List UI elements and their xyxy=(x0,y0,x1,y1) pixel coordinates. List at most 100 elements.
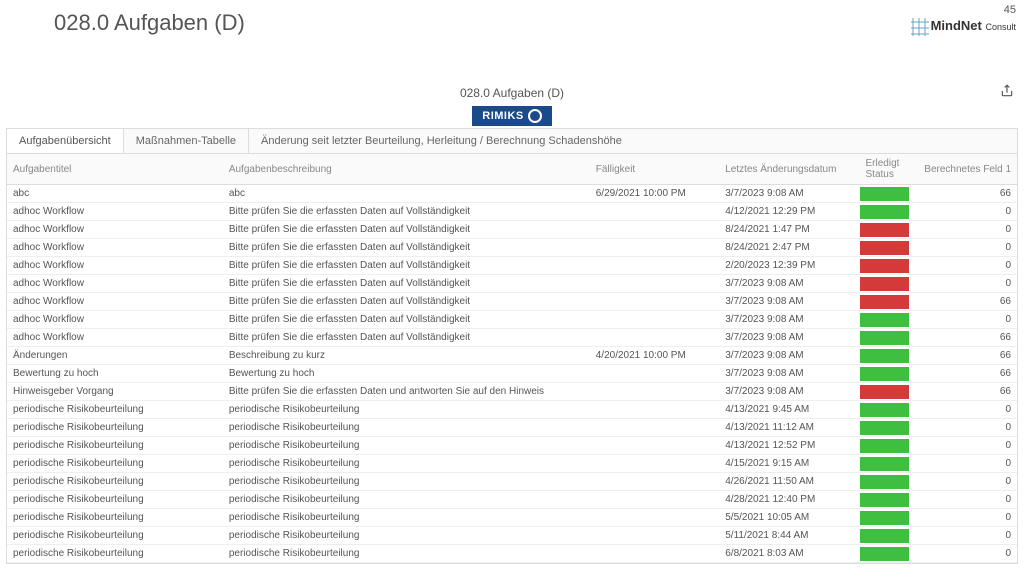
table-row[interactable]: Bewertung zu hochBewertung zu hoch3/7/20… xyxy=(7,365,1017,383)
cell-status xyxy=(860,437,910,455)
table-row[interactable]: adhoc WorkflowBitte prüfen Sie die erfas… xyxy=(7,329,1017,347)
cell-due xyxy=(590,239,720,257)
cell-title: adhoc Workflow xyxy=(7,311,223,329)
cell-due xyxy=(590,329,720,347)
cell-calc: 0 xyxy=(909,221,1017,239)
status-badge xyxy=(860,241,910,255)
cell-desc: Bitte prüfen Sie die erfassten Daten auf… xyxy=(223,221,590,239)
tab-aenderung[interactable]: Änderung seit letzter Beurteilung, Herle… xyxy=(249,129,1017,153)
cell-title: adhoc Workflow xyxy=(7,275,223,293)
table-row[interactable]: abcabc6/29/2021 10:00 PM3/7/2023 9:08 AM… xyxy=(7,185,1017,203)
cell-calc: 0 xyxy=(909,311,1017,329)
status-badge xyxy=(860,457,910,471)
cell-change: 3/7/2023 9:08 AM xyxy=(719,185,859,203)
cell-desc: periodische Risikobeurteilung xyxy=(223,491,590,509)
table-row[interactable]: periodische Risikobeurteilungperiodische… xyxy=(7,419,1017,437)
cell-status xyxy=(860,185,910,203)
table-row[interactable]: adhoc WorkflowBitte prüfen Sie die erfas… xyxy=(7,203,1017,221)
table-row[interactable]: periodische Risikobeurteilungperiodische… xyxy=(7,473,1017,491)
status-badge xyxy=(860,403,910,417)
cell-due xyxy=(590,203,720,221)
cell-calc: 66 xyxy=(909,383,1017,401)
cell-due xyxy=(590,545,720,563)
status-badge xyxy=(860,205,910,219)
table-row[interactable]: adhoc WorkflowBitte prüfen Sie die erfas… xyxy=(7,257,1017,275)
data-table-wrap: Aufgabentitel Aufgabenbeschreibung Fälli… xyxy=(6,153,1018,564)
cell-title: periodische Risikobeurteilung xyxy=(7,527,223,545)
table-row[interactable]: periodische Risikobeurteilungperiodische… xyxy=(7,527,1017,545)
cell-title: periodische Risikobeurteilung xyxy=(7,509,223,527)
cell-due xyxy=(590,293,720,311)
cell-due xyxy=(590,401,720,419)
cell-desc: periodische Risikobeurteilung xyxy=(223,419,590,437)
col-aenderungsdatum[interactable]: Letztes Änderungsdatum xyxy=(719,154,859,185)
cell-change: 4/15/2021 9:15 AM xyxy=(719,455,859,473)
table-row[interactable]: adhoc WorkflowBitte prüfen Sie die erfas… xyxy=(7,239,1017,257)
cell-desc: Bitte prüfen Sie die erfassten Daten auf… xyxy=(223,293,590,311)
cell-change: 6/8/2021 8:03 AM xyxy=(719,545,859,563)
brand-logo: 45 MindNet Consult xyxy=(911,4,1016,36)
data-table: Aufgabentitel Aufgabenbeschreibung Fälli… xyxy=(7,154,1017,563)
table-row[interactable]: periodische Risikobeurteilungperiodische… xyxy=(7,509,1017,527)
share-icon[interactable] xyxy=(1000,84,1014,101)
status-badge xyxy=(860,547,910,561)
cell-change: 8/24/2021 2:47 PM xyxy=(719,239,859,257)
table-row[interactable]: periodische Risikobeurteilungperiodische… xyxy=(7,491,1017,509)
cell-desc: periodische Risikobeurteilung xyxy=(223,527,590,545)
cell-status xyxy=(860,419,910,437)
cell-change: 4/13/2021 11:12 AM xyxy=(719,419,859,437)
cell-calc: 66 xyxy=(909,293,1017,311)
table-row[interactable]: periodische Risikobeurteilungperiodische… xyxy=(7,401,1017,419)
status-badge xyxy=(860,385,910,399)
cell-calc: 0 xyxy=(909,203,1017,221)
table-row[interactable]: ÄnderungenBeschreibung zu kurz4/20/2021 … xyxy=(7,347,1017,365)
cell-title: periodische Risikobeurteilung xyxy=(7,437,223,455)
cell-title: Hinweisgeber Vorgang xyxy=(7,383,223,401)
col-beschreibung[interactable]: Aufgabenbeschreibung xyxy=(223,154,590,185)
status-badge xyxy=(860,349,910,363)
status-badge xyxy=(860,313,910,327)
cell-change: 8/24/2021 1:47 PM xyxy=(719,221,859,239)
cell-change: 4/13/2021 9:45 AM xyxy=(719,401,859,419)
table-row[interactable]: adhoc WorkflowBitte prüfen Sie die erfas… xyxy=(7,311,1017,329)
cell-desc: periodische Risikobeurteilung xyxy=(223,473,590,491)
cell-calc: 0 xyxy=(909,419,1017,437)
cell-change: 3/7/2023 9:08 AM xyxy=(719,293,859,311)
cell-calc: 0 xyxy=(909,509,1017,527)
cell-calc: 66 xyxy=(909,329,1017,347)
status-badge xyxy=(860,511,910,525)
table-row[interactable]: Hinweisgeber VorgangBitte prüfen Sie die… xyxy=(7,383,1017,401)
table-row[interactable]: periodische Risikobeurteilungperiodische… xyxy=(7,455,1017,473)
status-badge xyxy=(860,367,910,381)
cell-due xyxy=(590,311,720,329)
tab-aufgabenuebersicht[interactable]: Aufgabenübersicht xyxy=(7,129,124,153)
tab-massnahmen[interactable]: Maßnahmen-Tabelle xyxy=(124,129,249,153)
report-title: 028.0 Aufgaben (D) xyxy=(460,86,564,100)
cell-status xyxy=(860,365,910,383)
table-row[interactable]: adhoc WorkflowBitte prüfen Sie die erfas… xyxy=(7,221,1017,239)
table-row[interactable]: periodische Risikobeurteilungperiodische… xyxy=(7,437,1017,455)
cell-desc: Beschreibung zu kurz xyxy=(223,347,590,365)
cell-calc: 0 xyxy=(909,239,1017,257)
table-row[interactable]: adhoc WorkflowBitte prüfen Sie die erfas… xyxy=(7,293,1017,311)
cell-status xyxy=(860,383,910,401)
cell-due xyxy=(590,527,720,545)
tab-bar: Aufgabenübersicht Maßnahmen-Tabelle Ände… xyxy=(6,128,1018,153)
page-title: 028.0 Aufgaben (D) xyxy=(54,10,245,36)
status-badge xyxy=(860,439,910,453)
status-badge xyxy=(860,187,910,201)
cell-status xyxy=(860,257,910,275)
col-status[interactable]: Erledigt Status xyxy=(860,154,910,185)
table-row[interactable]: periodische Risikobeurteilungperiodische… xyxy=(7,545,1017,563)
cell-due xyxy=(590,437,720,455)
col-faelligkeit[interactable]: Fälligkeit xyxy=(590,154,720,185)
col-berechnet[interactable]: Berechnetes Feld 1 xyxy=(909,154,1017,185)
cell-status xyxy=(860,311,910,329)
cell-title: adhoc Workflow xyxy=(7,239,223,257)
cell-change: 3/7/2023 9:08 AM xyxy=(719,275,859,293)
cell-desc: Bitte prüfen Sie die erfassten Daten auf… xyxy=(223,239,590,257)
cell-title: Bewertung zu hoch xyxy=(7,365,223,383)
col-aufgabentitel[interactable]: Aufgabentitel xyxy=(7,154,223,185)
report-title-bar: 028.0 Aufgaben (D) xyxy=(0,86,1024,100)
table-row[interactable]: adhoc WorkflowBitte prüfen Sie die erfas… xyxy=(7,275,1017,293)
